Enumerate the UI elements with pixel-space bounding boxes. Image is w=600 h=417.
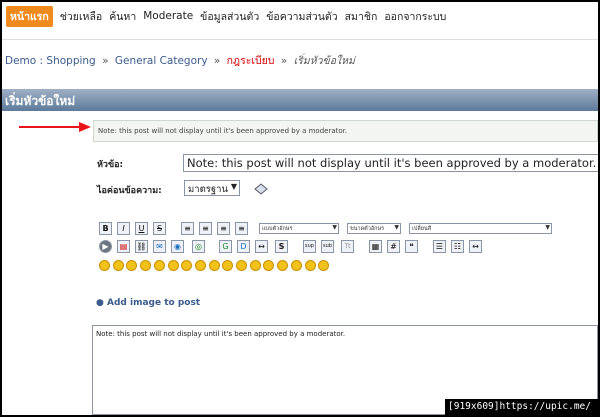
moderation-notice: Note: this post will not display until i…: [93, 120, 598, 142]
divider: [2, 39, 598, 40]
smiley-icon[interactable]: [236, 260, 247, 271]
chevron-down-icon: ▼: [545, 224, 550, 231]
font-face-value: แบบตัวอักษร: [262, 226, 293, 232]
subscript-button[interactable]: sub: [321, 240, 334, 253]
breadcrumb: Demo : Shopping » General Category » กฎร…: [5, 52, 355, 69]
message-icon-value: มาตรฐาน: [188, 184, 228, 195]
breadcrumb-separator: »: [213, 55, 221, 67]
message-icon-label: ไอค่อนข้อความ:: [97, 186, 162, 196]
bold-button[interactable]: B: [99, 222, 112, 235]
post-header-bar: เริ่มหัวข้อใหม่: [2, 89, 598, 111]
breadcrumb-current: เริ่มหัวข้อใหม่: [293, 55, 355, 67]
red-arrow-icon: [19, 122, 91, 132]
align-right-button[interactable]: ≡: [235, 222, 248, 235]
font-size-value: ขนาดตัวอักษร: [350, 226, 385, 232]
italic-button[interactable]: I: [117, 222, 130, 235]
strike-large-button[interactable]: S: [275, 240, 288, 253]
chevron-down-icon: ▼: [230, 182, 237, 191]
code-button[interactable]: #: [387, 240, 400, 253]
insert-table-button[interactable]: ◎: [192, 240, 205, 253]
nav-logout[interactable]: ออกจากระบบ: [384, 8, 446, 25]
smiley-icon[interactable]: [290, 260, 302, 271]
smiley-icon[interactable]: [277, 260, 289, 271]
breadcrumb-separator: »: [280, 55, 288, 67]
teletype-button[interactable]: Tt: [341, 240, 354, 253]
glow-button[interactable]: G: [219, 240, 232, 253]
forum-window: หน้าแรก ช่วยเหลือ ค้นหา Moderate ข้อมูลส…: [2, 2, 598, 415]
shadow-button[interactable]: D: [237, 240, 250, 253]
smiley-icon[interactable]: [208, 260, 220, 271]
watermark: [919x609]https://upic.me/: [445, 399, 598, 415]
message-icon-select[interactable]: มาตรฐาน ▼: [184, 180, 240, 196]
breadcrumb-board[interactable]: กฎระเบียบ: [227, 55, 275, 67]
smiley-icon[interactable]: [126, 260, 138, 271]
breadcrumb-category[interactable]: General Category: [115, 55, 208, 67]
underline-button[interactable]: U: [135, 222, 148, 235]
subject-input[interactable]: Note: this post will not display until i…: [183, 154, 598, 172]
font-size-select[interactable]: ขนาดตัวอักษร ▼: [347, 223, 401, 234]
smiley-icon[interactable]: [249, 260, 261, 271]
preformatted-button[interactable]: ≡: [181, 222, 194, 235]
table-button[interactable]: ▦: [369, 240, 382, 253]
subject-label: หัวข้อ:: [97, 160, 124, 170]
chevron-down-icon: ▼: [332, 224, 337, 231]
email-button[interactable]: ✉: [153, 240, 166, 253]
chevron-down-icon: ▼: [394, 224, 399, 231]
image-button[interactable]: ▤: [117, 240, 130, 253]
nav-moderate[interactable]: Moderate: [143, 10, 193, 22]
smiley-icon[interactable]: [304, 260, 316, 271]
smiley-icon[interactable]: [318, 260, 330, 271]
smiley-icon[interactable]: [140, 260, 152, 271]
smiley-icon[interactable]: [263, 260, 275, 271]
top-navigation: หน้าแรก ช่วยเหลือ ค้นหา Moderate ข้อมูลส…: [2, 2, 598, 30]
nav-help[interactable]: ช่วยเหลือ: [60, 8, 102, 25]
font-face-select[interactable]: แบบตัวอักษร ▼: [259, 223, 339, 234]
nav-home[interactable]: หน้าแรก: [6, 5, 53, 27]
breadcrumb-separator: »: [102, 55, 109, 67]
strikethrough-button[interactable]: S: [153, 222, 166, 235]
quote-button[interactable]: ❝: [405, 240, 418, 253]
page-title: เริ่มหัวข้อใหม่: [5, 94, 76, 108]
nav-messages[interactable]: ข้อความส่วนตัว: [266, 8, 337, 25]
smiley-icon[interactable]: [99, 260, 110, 271]
nav-members[interactable]: สมาชิก: [345, 8, 378, 25]
nav-search[interactable]: ค้นหา: [109, 8, 136, 25]
nav-profile[interactable]: ข้อมูลส่วนตัว: [200, 8, 259, 25]
smiley-icon[interactable]: [153, 260, 165, 271]
smiley-icon[interactable]: [222, 260, 234, 271]
breadcrumb-forum[interactable]: Demo : Shopping: [5, 55, 96, 67]
horizontal-rule-button[interactable]: ↔: [469, 240, 482, 253]
font-color-value: เปลี่ยนสี: [412, 226, 432, 232]
smiley-icon[interactable]: [112, 260, 124, 271]
align-left-button[interactable]: ≡: [199, 222, 212, 235]
add-image-label: Add image to post: [107, 298, 201, 308]
smiley-icon[interactable]: [167, 260, 179, 271]
bullet-list-button[interactable]: ☰: [433, 240, 446, 253]
flash-button[interactable]: ▶: [99, 240, 112, 253]
numbered-list-button[interactable]: ☷: [451, 240, 464, 253]
move-button[interactable]: ↔: [255, 240, 268, 253]
smiley-icon[interactable]: [194, 260, 206, 271]
add-image-link[interactable]: ● Add image to post: [96, 298, 200, 308]
ftp-link-button[interactable]: ◉: [171, 240, 184, 253]
superscript-button[interactable]: sup: [303, 240, 316, 253]
post-icon-preview: [254, 183, 268, 195]
align-center-button[interactable]: ≡: [217, 222, 230, 235]
font-color-select[interactable]: เปลี่ยนสี ▼: [409, 223, 552, 234]
hyperlink-button[interactable]: ⛓: [135, 240, 148, 253]
smiley-icon[interactable]: [181, 260, 193, 271]
